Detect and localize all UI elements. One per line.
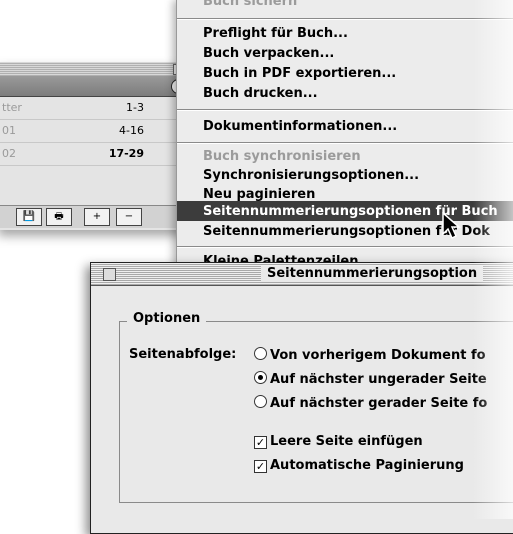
mouse-pointer-icon bbox=[442, 212, 461, 240]
page-range: 4-16 bbox=[119, 124, 144, 137]
document-name: 02 bbox=[2, 147, 16, 160]
radio-label: Auf nächster ungerader Seite bbox=[270, 372, 487, 387]
menu-item-synchronisierungsoptionen[interactable]: Synchronisierungsoptionen... bbox=[203, 166, 419, 185]
document-name: 01 bbox=[2, 124, 16, 137]
radio-label: Von vorherigem Dokument fo bbox=[270, 348, 486, 363]
radio-button[interactable] bbox=[254, 347, 267, 360]
checkbox-leere-seite[interactable]: ✓ Leere Seite einfügen bbox=[254, 434, 423, 449]
menu-separator bbox=[177, 18, 513, 20]
options-group-label: Optionen bbox=[127, 311, 207, 326]
checkbox-label: Leere Seite einfügen bbox=[270, 434, 423, 449]
checkbox-label: Automatische Paginierung bbox=[270, 458, 464, 473]
checkmark-icon[interactable]: ✓ bbox=[254, 460, 267, 473]
dialog-close-box[interactable] bbox=[103, 268, 116, 281]
checkmark-icon[interactable]: ✓ bbox=[254, 436, 267, 449]
remove-document-icon[interactable]: − bbox=[116, 208, 142, 226]
book-document-row[interactable]: 01 4-16 bbox=[0, 120, 194, 143]
palette-button-bar: 💾 🖶 + − bbox=[0, 205, 194, 228]
menu-separator bbox=[177, 142, 513, 144]
book-document-row[interactable]: tter 1-3 bbox=[0, 97, 194, 120]
radio-gerade-seite[interactable]: Auf nächster gerader Seite fo bbox=[254, 395, 487, 411]
radio-label: Auf nächster gerader Seite fo bbox=[270, 396, 488, 411]
menu-item-buch-sichern: Buch sichern bbox=[203, 0, 298, 9]
menu-item-preflight[interactable]: Preflight für Buch... bbox=[203, 24, 348, 43]
radio-von-vorherigem-dokument[interactable]: Von vorherigem Dokument fo bbox=[254, 347, 486, 363]
book-document-row[interactable]: 02 17-29 bbox=[0, 143, 194, 166]
menu-item-synchronisieren: Buch synchronisieren bbox=[203, 149, 361, 164]
menu-item-pdf-export[interactable]: Buch in PDF exportieren... bbox=[203, 64, 396, 83]
palette-title-bar[interactable] bbox=[0, 62, 194, 76]
dialog-title-bar[interactable]: Seitennummerierungsoption bbox=[91, 263, 513, 286]
page-range: 17-29 bbox=[108, 147, 144, 160]
book-palette: ▸ tter 1-3 01 4-16 02 17-29 💾 🖶 + − bbox=[0, 62, 194, 230]
menu-item-drucken[interactable]: Buch drucken... bbox=[203, 84, 318, 103]
dialog-title: Seitennummerierungsoption bbox=[261, 266, 484, 282]
document-name: tter bbox=[2, 101, 22, 114]
menu-separator bbox=[177, 246, 513, 248]
print-book-icon[interactable]: 🖶 bbox=[46, 208, 72, 226]
add-document-icon[interactable]: + bbox=[84, 208, 110, 226]
radio-button[interactable] bbox=[254, 395, 267, 408]
radio-button-selected[interactable] bbox=[254, 371, 267, 384]
page-sequence-label: Seitenabfolge: bbox=[129, 347, 237, 362]
menu-item-verpacken[interactable]: Buch verpacken... bbox=[203, 44, 334, 63]
menu-item-dokumentinformationen[interactable]: Dokumentinformationen... bbox=[203, 117, 397, 136]
save-book-icon[interactable]: 💾 bbox=[16, 208, 42, 226]
menu-separator bbox=[177, 109, 513, 111]
palette-header: ▸ bbox=[0, 76, 194, 97]
radio-ungerade-seite[interactable]: Auf nächster ungerader Seite bbox=[254, 371, 487, 387]
page-numbering-dialog: Seitennummerierungsoption Optionen Seite… bbox=[90, 262, 513, 534]
page-range: 1-3 bbox=[126, 101, 144, 114]
checkbox-automatische-paginierung[interactable]: ✓ Automatische Paginierung bbox=[254, 458, 464, 473]
